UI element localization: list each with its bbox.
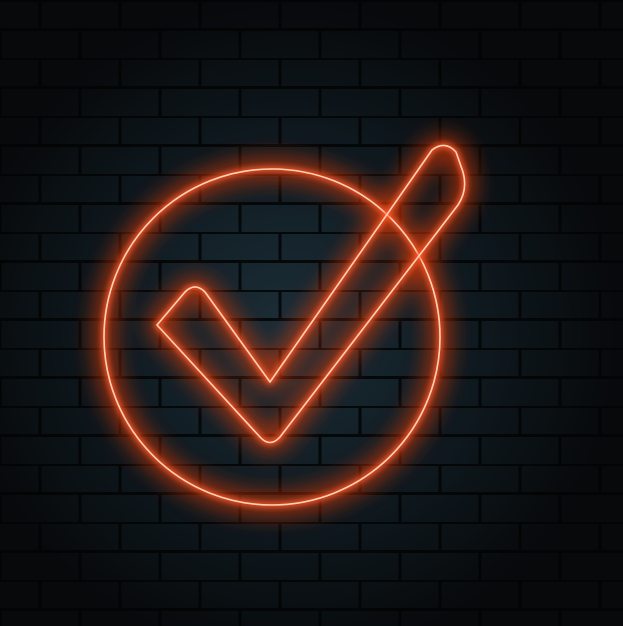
neon-sign-scene bbox=[0, 0, 623, 626]
neon-check-artwork bbox=[0, 0, 623, 626]
